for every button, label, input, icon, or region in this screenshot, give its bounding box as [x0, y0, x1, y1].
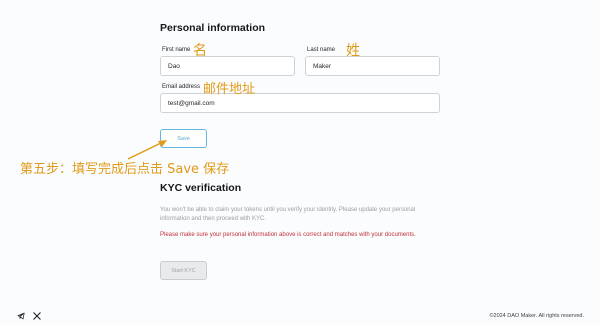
start-kyc-button[interactable]: Start KYC	[160, 261, 207, 280]
email-input[interactable]: test@gmail.com	[160, 93, 440, 113]
annotation-first-name: 名	[193, 43, 207, 59]
kyc-title: KYC verification	[160, 182, 242, 194]
footer-copyright: ©2024 DAO Maker. All rights reserved.	[489, 313, 584, 319]
email-label: Email address	[162, 84, 201, 90]
annotation-email: 邮件地址	[203, 82, 256, 97]
start-kyc-label: Start KYC	[171, 267, 196, 274]
first-name-value: Dao	[168, 62, 180, 70]
last-name-input[interactable]: Maker	[305, 56, 440, 76]
kyc-warning: Please make sure your personal informati…	[160, 232, 416, 238]
last-name-label: Last name	[307, 47, 336, 53]
telegram-icon[interactable]	[16, 311, 25, 320]
first-name-input[interactable]: Dao	[160, 56, 295, 76]
first-name-label: First name	[162, 47, 191, 53]
kyc-note: You won't be able to claim your tokens u…	[160, 207, 416, 222]
email-value: test@gmail.com	[168, 99, 215, 107]
last-name-value: Maker	[313, 62, 332, 70]
personal-info-title: Personal information	[160, 22, 266, 34]
annotation-last-name: 姓	[346, 43, 360, 59]
x-icon[interactable]	[32, 311, 41, 320]
annotation-arrow	[127, 140, 167, 160]
save-button-label: Save	[177, 135, 190, 142]
